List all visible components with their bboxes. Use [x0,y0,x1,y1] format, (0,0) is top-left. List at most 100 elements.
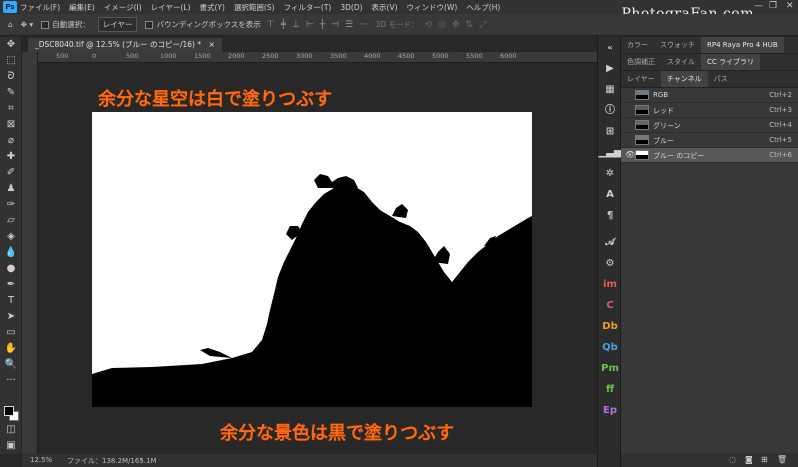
align-top-icon[interactable]: ⊤ [267,20,275,30]
play-action-icon[interactable]: ▶ [598,58,622,79]
rectangle-tool-icon[interactable]: ▭ [0,325,22,341]
menu-type[interactable]: 書式(Y) [200,2,225,13]
brush-tool-icon[interactable]: ✐ [0,165,22,181]
document-tab[interactable]: _DSC8040.tif @ 12.5% (ブルー のコピー/16) * × [28,38,222,52]
tab-cc-libraries[interactable]: CC ライブラリ [701,54,761,70]
menu-select[interactable]: 選択範囲(S) [234,2,275,13]
more-tools-icon[interactable]: ··· [0,373,22,389]
character-panel-icon[interactable]: A [598,184,622,205]
eraser-tool-icon[interactable]: ▱ [0,213,22,229]
auto-select-checkbox[interactable] [41,20,50,29]
collapse-panel-icon[interactable]: « [598,37,622,58]
document-image[interactable] [92,112,532,407]
file-info[interactable]: ファイル：138.2M/165.1M [67,456,157,466]
minimize-button[interactable]: — [754,1,763,11]
align-bottom-icon[interactable]: ⊥ [292,20,300,30]
align-middle-icon[interactable]: ╪ [281,20,286,30]
crop-tool-icon[interactable]: ⌗ [0,101,22,117]
menu-image[interactable]: イメージ(I) [104,2,142,13]
channel-row-green[interactable]: グリーン Ctrl+4 [621,118,798,133]
history-brush-tool-icon[interactable]: ✑ [0,197,22,213]
tab-raya-pro[interactable]: RP4 Raya Pro 4 HUB [701,37,784,53]
close-tab-icon[interactable]: × [208,40,214,49]
more-options-icon[interactable]: ··· [359,20,368,30]
healing-brush-tool-icon[interactable]: ✚ [0,149,22,165]
tab-color[interactable]: カラー [621,37,654,53]
quick-mask-icon[interactable]: ◫ [0,422,22,438]
layer-dropdown[interactable]: レイヤー [97,17,138,32]
tab-channels[interactable]: チャンネル [660,71,708,87]
dodge-tool-icon[interactable]: ● [0,261,22,277]
histogram-icon[interactable]: ▁▃▅ [598,142,622,163]
maximize-button[interactable]: ❐ [769,1,777,11]
menu-window[interactable]: ウィンドウ(W) [407,2,458,13]
quick-select-tool-icon[interactable]: ✎ [0,85,22,101]
align-center-icon[interactable]: ┼ [320,20,325,30]
info-icon[interactable]: ⓘ [598,100,622,121]
marquee-tool-icon[interactable]: ⬚ [0,53,22,69]
bounding-box-option[interactable]: バウンディングボックスを表示 [145,19,261,30]
status-arrow-icon[interactable]: › [140,456,143,464]
tab-adjustments[interactable]: 色調補正 [621,54,661,70]
paint-bucket-tool-icon[interactable]: ◈ [0,229,22,245]
screen-mode-icon[interactable]: ▣ [0,438,22,454]
move-tool-icon[interactable]: ✥ ▾ [21,20,33,29]
db-plugin-icon[interactable]: Db [598,316,622,337]
type-tool-icon[interactable]: T [0,293,22,309]
clone-stamp-tool-icon[interactable]: ♟ [0,181,22,197]
bounding-box-checkbox[interactable] [145,20,154,29]
tab-layers[interactable]: レイヤー [621,71,661,87]
navigator-icon[interactable]: ✲ [598,163,622,184]
menu-filter[interactable]: フィルター(T) [284,2,332,13]
move-tool-icon[interactable]: ✥ [0,37,22,53]
foreground-color-swatch[interactable] [4,406,14,416]
layer-dropdown-wrap[interactable]: レイヤー [97,17,138,32]
canvas-area[interactable]: 余分な星空は白で塗りつぶす 余分な景色は黒で塗りつぶす [38,63,597,454]
eye-icon[interactable]: 👁 [625,150,635,159]
save-selection-icon[interactable]: ◙ [745,455,753,464]
menu-edit[interactable]: 編集(E) [69,2,95,13]
paragraph-panel-icon[interactable]: ¶ [598,205,622,226]
glyphs-panel-icon[interactable]: 𝒜 [598,232,622,253]
ff-plugin-icon[interactable]: ff [598,379,622,400]
new-channel-icon[interactable]: ⊞ [761,455,768,464]
align-right-icon[interactable]: ⊣ [331,20,339,30]
zoom-tool-icon[interactable]: 🔍 [0,357,22,373]
panel-toggle-icon[interactable]: ▦ [598,79,622,100]
delete-channel-icon[interactable]: 🗑 [777,455,787,464]
path-select-tool-icon[interactable]: ➤ [0,309,22,325]
c-plugin-icon[interactable]: C [598,295,622,316]
plugin-icon-strip: « ▶ ▦ ⓘ ⊞ ▁▃▅ ✲ A ¶ 𝒜 ⚙ im C Db Qb Pm ff… [597,37,622,467]
channel-row-rgb[interactable]: RGB Ctrl+2 [621,88,798,103]
properties-icon[interactable]: ⊞ [598,121,622,142]
channel-row-blue[interactable]: ブルー Ctrl+5 [621,133,798,148]
blur-tool-icon[interactable]: 💧 [0,245,22,261]
qb-plugin-icon[interactable]: Qb [598,337,622,358]
load-selection-icon[interactable]: ◌ [729,455,736,464]
hand-tool-icon[interactable]: ✋ [0,341,22,357]
channel-row-blue-copy[interactable]: 👁 ブルー のコピー Ctrl+6 [621,148,798,163]
eyedropper-tool-icon[interactable]: ⌀ [0,133,22,149]
home-icon[interactable]: ⌂ [8,20,13,29]
distribute-icon[interactable]: ☰ [345,20,353,30]
menu-3d[interactable]: 3D(D) [340,3,362,12]
frame-tool-icon[interactable]: ⊠ [0,117,22,133]
menu-help[interactable]: ヘルプ(H) [466,2,500,13]
pm-plugin-icon[interactable]: Pm [598,358,622,379]
channel-row-red[interactable]: レッド Ctrl+3 [621,103,798,118]
tab-swatches[interactable]: スウォッチ [654,37,701,53]
libraries-icon[interactable]: ⚙ [598,253,622,274]
menu-layer[interactable]: レイヤー(L) [151,2,191,13]
pen-tool-icon[interactable]: ✒ [0,277,22,293]
menu-view[interactable]: 表示(V) [372,2,398,13]
align-left-icon[interactable]: ⊢ [306,20,314,30]
tab-styles[interactable]: スタイル [661,54,701,70]
menu-file[interactable]: ファイル(F) [20,2,60,13]
zoom-level[interactable]: 12.5% [30,456,52,464]
close-button[interactable]: ✕ [786,1,794,11]
auto-select-option[interactable]: 自動選択： [41,19,90,30]
lasso-tool-icon[interactable]: ᘐ [0,69,22,85]
tab-paths[interactable]: パス [708,71,734,87]
im-plugin-icon[interactable]: im [598,274,622,295]
ep-plugin-icon[interactable]: Ep [598,400,622,421]
